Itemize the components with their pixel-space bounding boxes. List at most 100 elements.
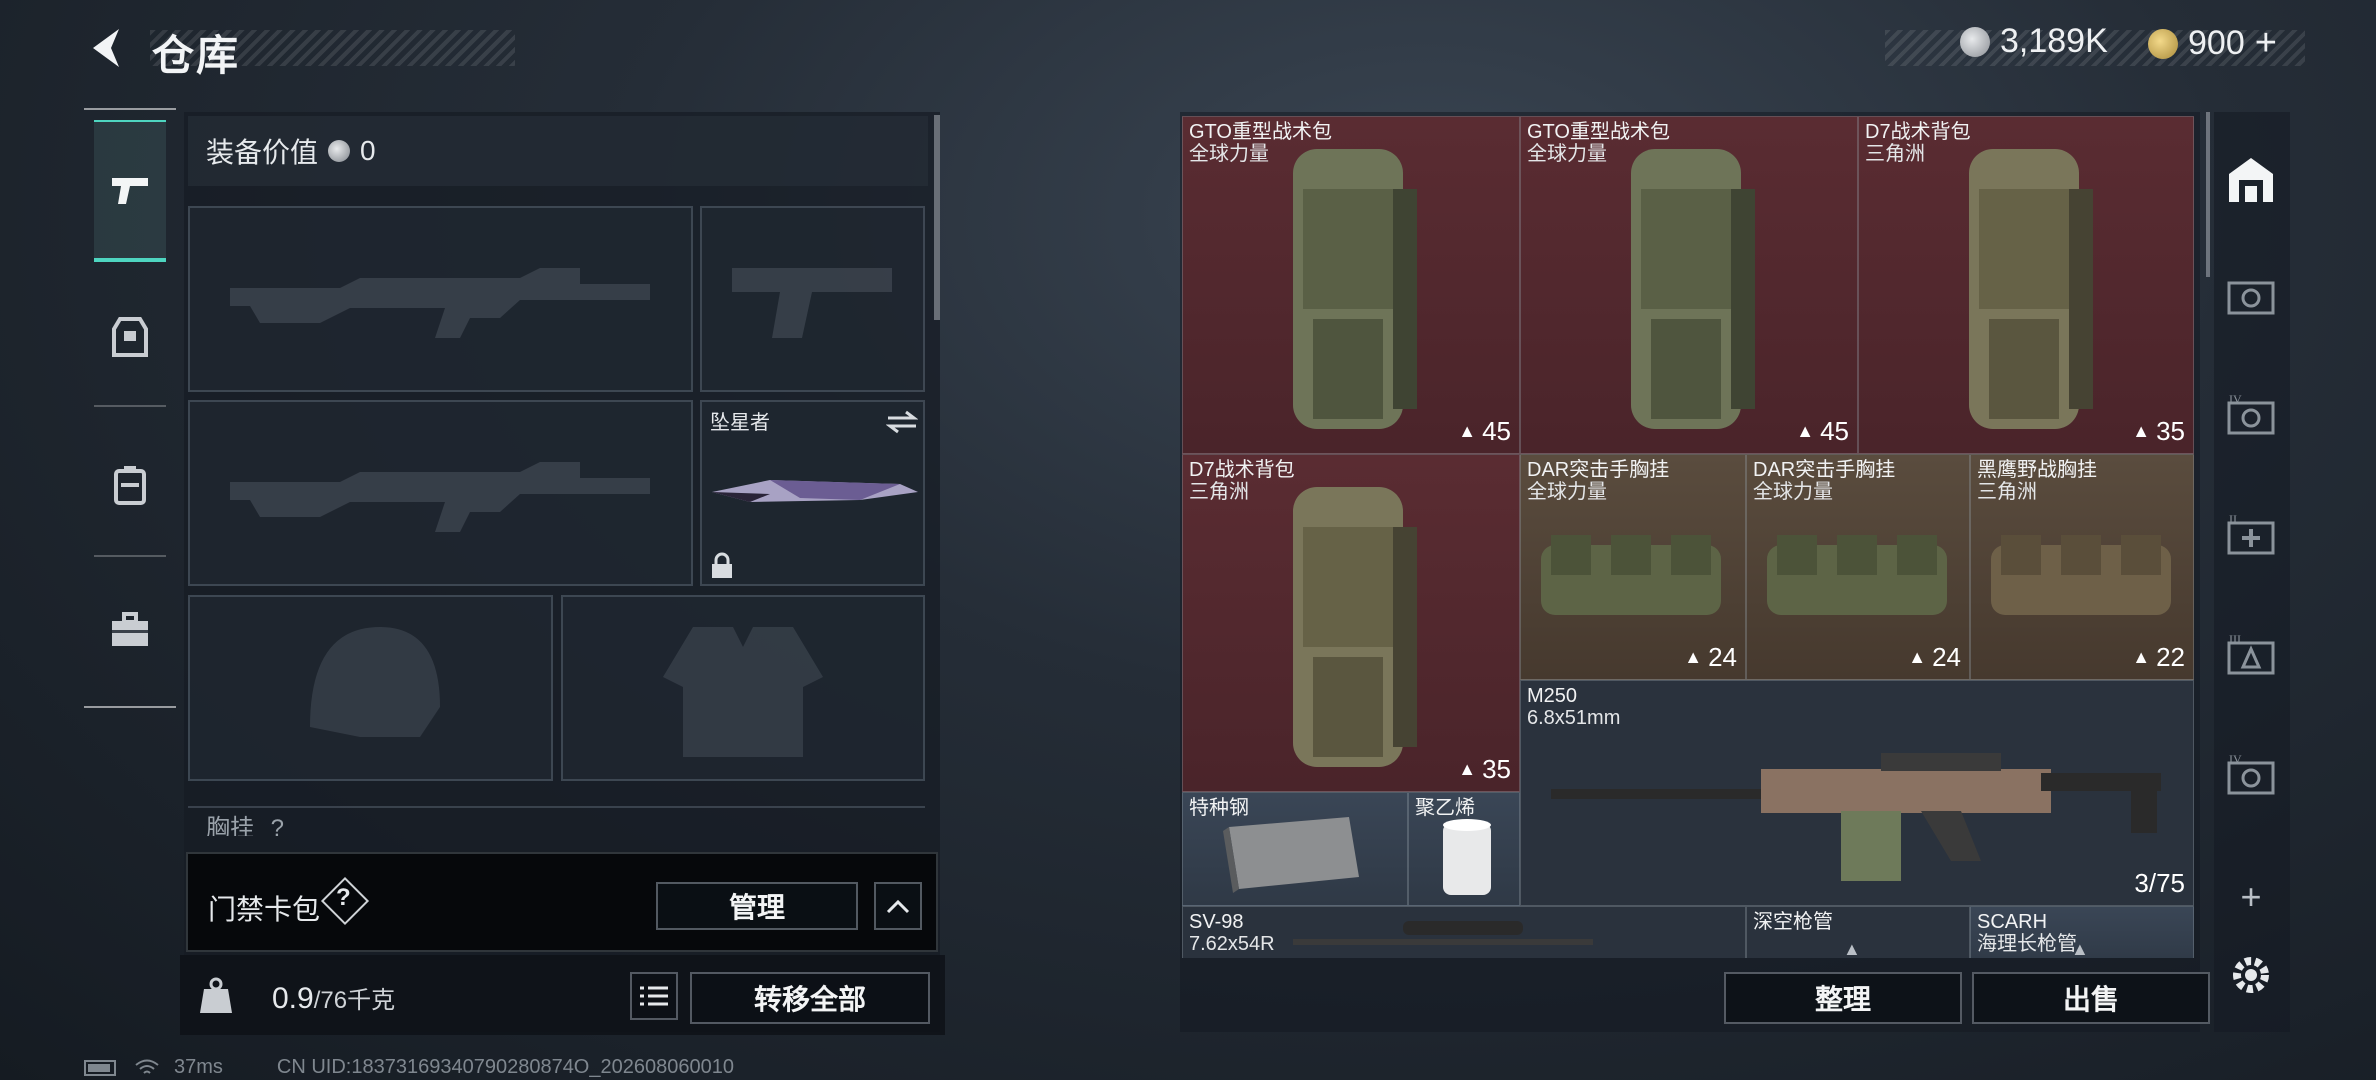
item-name: M250: [1527, 685, 1578, 707]
add-currency-icon[interactable]: +: [2255, 22, 2277, 65]
grid-item[interactable]: SV-98 7.62x54R: [1182, 906, 1746, 958]
tab-case[interactable]: [94, 565, 166, 695]
expand-button[interactable]: [874, 882, 922, 930]
chest-rig-image: [1991, 535, 2171, 615]
battery-icon: [84, 1059, 116, 1076]
item-subtitle: 全球力量: [1527, 143, 1607, 165]
grid-item[interactable]: 深空枪管 ▲: [1746, 906, 1970, 958]
storage-tab-main[interactable]: [2216, 145, 2286, 215]
wifi-icon: [135, 1059, 159, 1074]
grid-item[interactable]: D7战术背包 三角洲 ▲ 35: [1858, 116, 2194, 454]
gold-currency[interactable]: 900 +: [2148, 22, 2277, 65]
weight-max: /76千克: [313, 987, 396, 1014]
manage-button[interactable]: 管理: [656, 882, 858, 930]
silver-currency: 3,189K: [1960, 22, 2108, 61]
sell-button[interactable]: 出售: [1972, 972, 2210, 1024]
backpack-image: [1293, 487, 1417, 767]
expand-arrow-icon: ▲: [1843, 939, 1861, 958]
storage-tab-extension-4[interactable]: IV: [2216, 380, 2286, 450]
item-count-value: 45: [1482, 416, 1511, 446]
item-subtitle: 全球力量: [1527, 481, 1607, 503]
grid-item[interactable]: GTO重型战术包 全球力量 ▲ 45: [1520, 116, 1858, 454]
grid-item[interactable]: 黑鹰野战胸挂 三角洲 ▲ 22: [1970, 454, 2194, 680]
item-count: ▲ 45: [1796, 416, 1849, 447]
vest-silhouette-icon: [663, 627, 823, 757]
equipment-scrollbar[interactable]: [934, 115, 940, 320]
backpack-icon: [114, 466, 146, 505]
storage-tab-ammo[interactable]: III: [2216, 620, 2286, 690]
item-count-value: 3/75: [2134, 868, 2185, 898]
item-subtitle: 三角洲: [1865, 143, 1925, 165]
help-icon: ?: [336, 884, 351, 911]
storage-tab-extension-1[interactable]: [2216, 260, 2286, 330]
tab-backpack[interactable]: [94, 420, 166, 550]
expand-arrow-icon: ▲: [2071, 939, 2089, 958]
silver-coin-icon: [1960, 26, 1990, 57]
weight-badge-icon: ▲: [2132, 647, 2151, 667]
backpack-image: [1969, 149, 2093, 429]
item-subtitle: 7.62x54R: [1189, 933, 1275, 955]
item-count: ▲ 22: [2132, 642, 2185, 673]
grid-item[interactable]: DAR突击手胸挂 全球力量 ▲ 24: [1520, 454, 1746, 680]
item-count-value: 35: [1482, 754, 1511, 784]
armor-vest-icon: [112, 317, 148, 357]
sniper-rifle-image: [1293, 921, 1593, 945]
item-count-value: 45: [1820, 416, 1849, 446]
tab-armor[interactable]: [94, 272, 166, 402]
grid-scrollbar[interactable]: [2206, 112, 2210, 277]
storage-tab-medical[interactable]: II: [2216, 500, 2286, 570]
storage-grid[interactable]: GTO重型战术包 全球力量 ▲ 45 GTO重型战术包 全球力量 ▲ 45 D7战术…: [1182, 116, 2194, 958]
svg-text:III: III: [2229, 633, 2241, 646]
weight-badge-icon: ▲: [1684, 647, 1703, 667]
ammo-box-icon: III: [2227, 633, 2275, 675]
storage-box-icon: IV: [2227, 753, 2275, 795]
tab-weapons[interactable]: [94, 120, 166, 262]
grid-item[interactable]: M250 6.8x51mm 3/75: [1520, 680, 2194, 906]
ping: 37ms: [174, 1056, 223, 1078]
item-subtitle: 全球力量: [1189, 143, 1269, 165]
item-name: SCARH: [1977, 911, 2048, 933]
settings-button[interactable]: [2216, 940, 2286, 1010]
sidearm-slot[interactable]: [700, 206, 925, 392]
item-count: ▲ 24: [1908, 642, 1961, 673]
primary-weapon-slot-1[interactable]: [188, 206, 693, 392]
silver-amount: 3,189K: [2000, 22, 2108, 60]
chevron-up-icon: [886, 899, 910, 914]
storage-box-icon: [2227, 281, 2275, 315]
melee-name: 坠星者: [710, 412, 770, 434]
item-count: ▲ 35: [2132, 416, 2185, 447]
body-armor-slot[interactable]: [561, 595, 925, 781]
status-bar: 37ms CN UID:18373169340790280874O_202608…: [84, 1056, 734, 1079]
item-count-value: 22: [2156, 642, 2185, 672]
backpack-image: [1293, 149, 1417, 429]
grid-item[interactable]: SCARH 海理长枪管 ▲: [1970, 906, 2194, 958]
transfer-all-button[interactable]: 转移全部: [690, 972, 930, 1024]
weight-current: 0.9: [272, 982, 314, 1015]
grid-item[interactable]: DAR突击手胸挂 全球力量 ▲ 24: [1746, 454, 1970, 680]
swap-icon[interactable]: [886, 410, 918, 434]
helmet-slot[interactable]: [188, 595, 553, 781]
grid-item[interactable]: 特种钢: [1182, 792, 1408, 906]
item-count-value: 24: [1708, 642, 1737, 672]
back-arrow-icon: [93, 29, 119, 67]
weight-badge-icon: ▲: [1796, 421, 1815, 441]
gold-amount: 900: [2188, 24, 2245, 62]
item-count: ▲ 24: [1684, 642, 1737, 673]
item-name: 深空枪管: [1753, 911, 1833, 933]
grid-item[interactable]: GTO重型战术包 全球力量 ▲ 45: [1182, 116, 1520, 454]
grid-item[interactable]: D7战术背包 三角洲 ▲ 35: [1182, 454, 1520, 792]
grid-item[interactable]: 聚乙烯: [1408, 792, 1520, 906]
add-storage-icon[interactable]: +: [2216, 862, 2286, 932]
list-view-button[interactable]: [630, 972, 678, 1020]
storage-tab-extension-iv[interactable]: IV: [2216, 740, 2286, 810]
item-count-value: 24: [1932, 642, 1961, 672]
gear-icon: [2233, 957, 2269, 993]
sort-button[interactable]: 整理: [1724, 972, 1962, 1024]
svg-text:II: II: [2229, 513, 2237, 526]
back-button[interactable]: [82, 20, 128, 76]
item-subtitle: 海理长枪管: [1977, 933, 2077, 955]
melee-slot[interactable]: 坠星者: [700, 400, 925, 586]
lock-icon: [712, 552, 732, 578]
chest-rig-header: 胸挂 ?: [188, 806, 925, 836]
primary-weapon-slot-2[interactable]: [188, 400, 693, 586]
